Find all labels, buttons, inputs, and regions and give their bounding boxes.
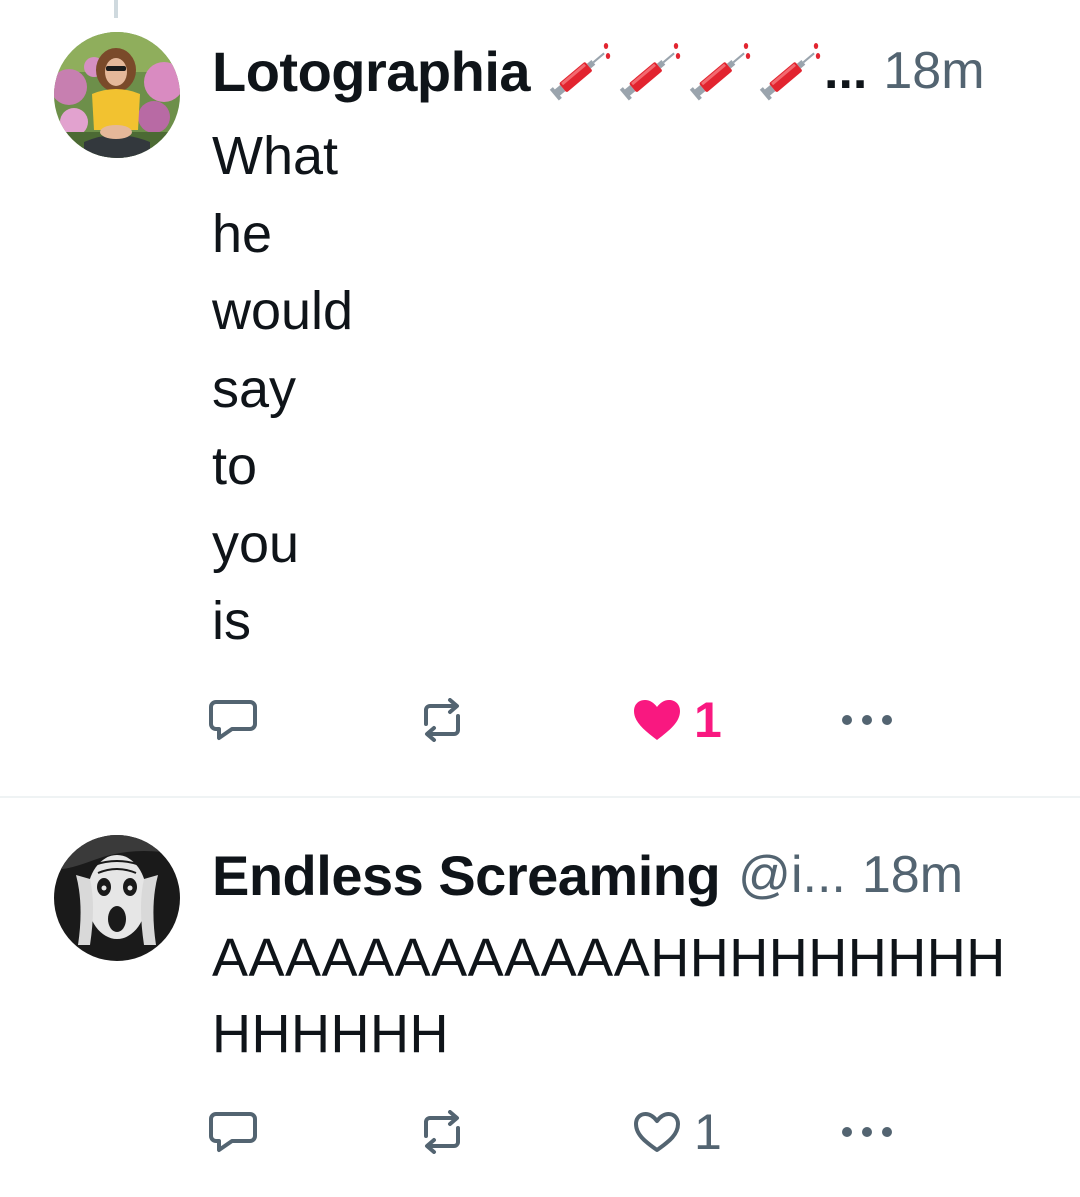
tweet-text-line: is — [212, 591, 251, 651]
reply-icon — [209, 700, 257, 740]
retweet-icon — [424, 698, 460, 742]
avatar[interactable] — [54, 32, 180, 158]
more-options-button[interactable] — [840, 1102, 894, 1162]
tweet-header: Lotographia ... 18m — [212, 36, 1036, 106]
tweet-actions: 1 — [208, 690, 928, 750]
retweet-icon — [424, 1110, 460, 1154]
tweet[interactable]: Lotographia ... 18m What he would say to… — [0, 0, 1080, 796]
display-name[interactable]: Endless Screaming — [212, 843, 721, 908]
retweet-button[interactable] — [418, 1102, 466, 1162]
name-emoji-group — [546, 38, 826, 104]
tweet-text-line: you — [212, 513, 300, 574]
like-button[interactable]: 1 — [632, 1102, 722, 1162]
tweet-header: Endless Screaming @i... 18m — [212, 840, 1036, 910]
tweet-text: What he would say to you is — [212, 118, 353, 661]
reply-icon — [209, 1112, 257, 1152]
timestamp[interactable]: 18m — [862, 845, 963, 905]
tweet-text-line: would — [212, 281, 354, 341]
heart-outline-icon — [634, 1112, 680, 1152]
retweet-button[interactable] — [418, 690, 466, 750]
like-count: 1 — [694, 1104, 722, 1160]
syringe-emoji-icon — [689, 43, 751, 101]
timestamp[interactable]: 18m — [883, 41, 984, 101]
tweet[interactable]: Endless Screaming @i... 18m AAAAAAAAAAAA… — [0, 798, 1080, 1197]
more-icon — [842, 1127, 892, 1137]
more-icon — [842, 715, 892, 725]
username-handle[interactable]: @i... — [738, 845, 846, 905]
reply-button[interactable] — [208, 1102, 258, 1162]
display-name[interactable]: Lotographia — [212, 39, 531, 104]
like-button[interactable]: 1 — [632, 690, 722, 750]
reply-button[interactable] — [208, 690, 258, 750]
tweet-text: AAAAAAAAAAAAHHHHHHHHHHHHHHH — [212, 928, 1006, 1064]
more-options-button[interactable] — [840, 690, 894, 750]
tweet-text-line: to — [212, 436, 258, 496]
syringe-emoji-icon — [619, 43, 681, 101]
tweet-text-line: he — [212, 203, 273, 264]
syringe-emoji-icon — [549, 43, 611, 101]
tweet-text-line: What — [212, 126, 339, 186]
heart-filled-icon — [634, 700, 680, 740]
avatar[interactable] — [54, 835, 180, 961]
name-truncation: ... — [824, 42, 868, 100]
syringe-emoji-icon — [759, 43, 821, 101]
like-count: 1 — [694, 692, 722, 748]
tweet-text-line: say — [212, 358, 297, 419]
tweet-actions: 1 — [208, 1102, 928, 1162]
